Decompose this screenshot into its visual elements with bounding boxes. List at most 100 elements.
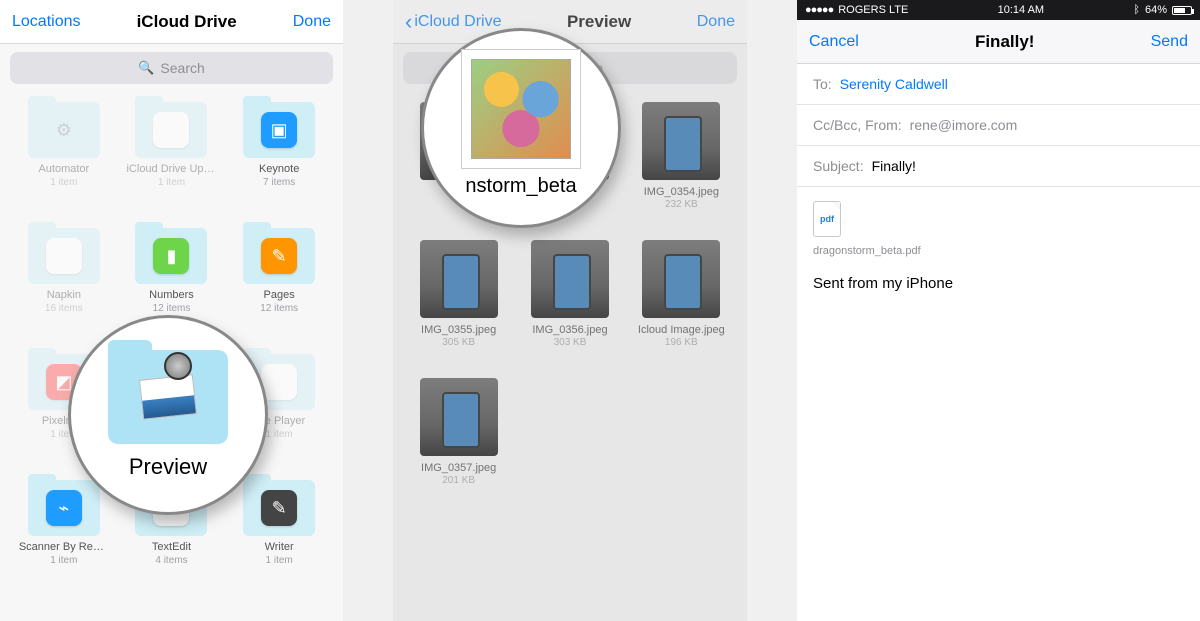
to-value[interactable]: Serenity Caldwell bbox=[840, 76, 948, 92]
search-field[interactable]: 🔍 Search bbox=[10, 52, 333, 84]
image-item[interactable]: IMG_0356.jpeg 303 KB bbox=[514, 240, 625, 374]
folder-sublabel: 12 items bbox=[153, 303, 191, 314]
image-thumbnail bbox=[420, 240, 498, 318]
cc-from-field[interactable]: Cc/Bcc, From: rene@imore.com bbox=[797, 105, 1200, 146]
folder-label: Numbers bbox=[149, 289, 194, 301]
automator-icon: ⚙ bbox=[46, 112, 82, 148]
folder-icon: ▦ bbox=[28, 228, 100, 284]
folder-label: Napkin bbox=[47, 289, 81, 301]
folder-item[interactable]: iCloud Drive Upgrad… 1 item bbox=[118, 102, 226, 222]
attachment-name: dragonstorm_beta.pdf bbox=[813, 245, 921, 257]
done-button[interactable]: Done bbox=[293, 13, 331, 31]
battery-icon bbox=[1172, 6, 1192, 15]
folder-item[interactable]: ✎ Writer 1 item bbox=[225, 480, 333, 600]
image-name: IMG_0357.jpeg bbox=[421, 462, 496, 474]
folder-item[interactable]: ▣ Keynote 7 items bbox=[225, 102, 333, 222]
status-bar: ●●●●● ROGERS LTE 10:14 AM ᛒ 64% bbox=[797, 0, 1200, 20]
preview-folder-panel: ‹ iCloud Drive Preview Done 🔍 Search 53.… bbox=[393, 0, 747, 621]
magnifier-selected-file: nstorm_beta bbox=[421, 28, 621, 228]
folder-sublabel: 7 items bbox=[263, 177, 295, 188]
image-name: IMG_0355.jpeg bbox=[421, 324, 496, 336]
icloud-drive-panel: Locations iCloud Drive Done 🔍 Search ⚙ A… bbox=[0, 0, 343, 621]
magnifier-preview-folder: Preview bbox=[68, 315, 268, 515]
subject-label: Subject: bbox=[813, 158, 864, 174]
image-item[interactable]: IMG_0357.jpeg 201 KB bbox=[403, 378, 514, 512]
pdf-icon: pdf bbox=[813, 201, 841, 237]
folder-icon: ⌁ bbox=[28, 480, 100, 536]
back-label: iCloud Drive bbox=[414, 13, 501, 31]
image-item[interactable]: IMG_0355.jpeg 305 KB bbox=[403, 240, 514, 374]
image-item[interactable]: IMG_0354.jpeg 232 KB bbox=[626, 102, 737, 236]
folder-icon: ▣ bbox=[243, 102, 315, 158]
image-thumbnail bbox=[531, 240, 609, 318]
image-size: 196 KB bbox=[665, 337, 698, 348]
subject-value: Finally! bbox=[872, 158, 916, 174]
folder-item[interactable]: ⚙ Automator 1 item bbox=[10, 102, 118, 222]
send-button[interactable]: Send bbox=[1151, 33, 1188, 51]
locations-button[interactable]: Locations bbox=[12, 13, 81, 31]
from-value: rene@imore.com bbox=[910, 117, 1018, 133]
napkin-icon: ▦ bbox=[46, 238, 82, 274]
keynote-icon: ▣ bbox=[261, 112, 297, 148]
signature-text[interactable]: Sent from my iPhone bbox=[797, 271, 1200, 296]
preview-folder-icon[interactable] bbox=[108, 350, 228, 444]
folder-sublabel: 1 item bbox=[266, 429, 293, 440]
image-size: 232 KB bbox=[665, 199, 698, 210]
loupe-icon bbox=[164, 352, 192, 380]
cancel-button[interactable]: Cancel bbox=[809, 33, 859, 51]
magnifier-label: Preview bbox=[129, 454, 207, 480]
image-item[interactable]: Icloud Image.jpeg 196 KB bbox=[626, 240, 737, 374]
image-thumbnail bbox=[420, 378, 498, 456]
navbar: Locations iCloud Drive Done bbox=[0, 0, 343, 44]
mail-body: To: Serenity Caldwell Cc/Bcc, From: rene… bbox=[797, 64, 1200, 621]
image-name: IMG_0354.jpeg bbox=[644, 186, 719, 198]
photos-icon bbox=[139, 374, 197, 419]
folder-label: iCloud Drive Upgrad… bbox=[126, 163, 216, 175]
image-size: 303 KB bbox=[554, 337, 587, 348]
folder-sublabel: 1 item bbox=[50, 555, 77, 566]
mail-compose-panel: ●●●●● ROGERS LTE 10:14 AM ᛒ 64% Cancel F… bbox=[797, 0, 1200, 621]
nav-title: Preview bbox=[567, 12, 631, 32]
folder-sublabel: 1 item bbox=[266, 555, 293, 566]
pdf-thumbnail[interactable] bbox=[461, 49, 581, 169]
pages-icon: ✎ bbox=[261, 238, 297, 274]
magnifier-label: nstorm_beta bbox=[465, 175, 576, 198]
attachment-block[interactable]: pdf dragonstorm_beta.pdf bbox=[797, 187, 1200, 271]
folder-item[interactable]: ✎ Pages 12 items bbox=[225, 228, 333, 348]
back-button[interactable]: ‹ iCloud Drive bbox=[405, 11, 501, 33]
nav-title: iCloud Drive bbox=[137, 12, 237, 32]
carrier-label: ROGERS LTE bbox=[838, 4, 908, 16]
bluetooth-icon: ᛒ bbox=[1133, 4, 1140, 16]
generic-icon bbox=[153, 112, 189, 148]
folder-label: TextEdit bbox=[152, 541, 191, 553]
folder-item[interactable]: ⌁ Scanner By Readdle 1 item bbox=[10, 480, 118, 600]
folder-label: Scanner By Readdle bbox=[19, 541, 109, 553]
to-label: To: bbox=[813, 76, 832, 92]
subject-field[interactable]: Subject: Finally! bbox=[797, 146, 1200, 187]
done-button[interactable]: Done bbox=[697, 13, 735, 31]
folder-sublabel: 1 item bbox=[158, 177, 185, 188]
battery-label: 64% bbox=[1145, 4, 1167, 16]
to-field[interactable]: To: Serenity Caldwell bbox=[797, 64, 1200, 105]
folder-icon: ✎ bbox=[243, 228, 315, 284]
folder-item[interactable]: ▦ Napkin 16 items bbox=[10, 228, 118, 348]
search-icon: 🔍 bbox=[138, 60, 154, 76]
image-thumbnail bbox=[642, 102, 720, 180]
cc-label: Cc/Bcc, From: bbox=[813, 117, 902, 133]
image-size: 201 KB bbox=[442, 475, 475, 486]
folder-label: Automator bbox=[38, 163, 89, 175]
chevron-left-icon: ‹ bbox=[405, 11, 412, 33]
folder-icon: ⚙ bbox=[28, 102, 100, 158]
folder-label: Keynote bbox=[259, 163, 299, 175]
image-size: 305 KB bbox=[442, 337, 475, 348]
folder-sublabel: 1 item bbox=[50, 177, 77, 188]
folder-label: Writer bbox=[265, 541, 294, 553]
writer-icon: ✎ bbox=[261, 490, 297, 526]
folder-icon bbox=[135, 102, 207, 158]
quicktime-icon: Q bbox=[261, 364, 297, 400]
image-name: Icloud Image.jpeg bbox=[638, 324, 725, 336]
folder-icon: ▮ bbox=[135, 228, 207, 284]
folder-icon: ✎ bbox=[243, 480, 315, 536]
folder-sublabel: 4 items bbox=[155, 555, 187, 566]
nav-title: Finally! bbox=[975, 32, 1035, 52]
